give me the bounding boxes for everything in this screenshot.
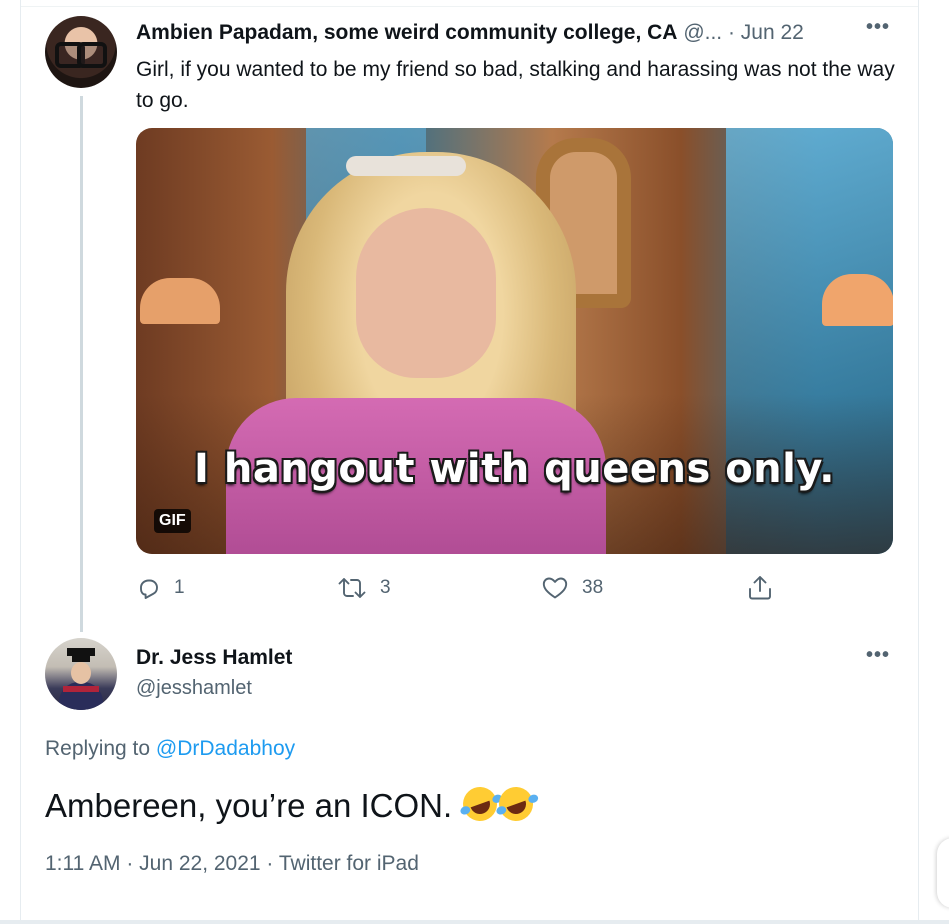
frame-left-border (20, 0, 21, 924)
more-options-icon[interactable]: ••• (866, 16, 890, 39)
top-divider (21, 6, 918, 7)
rolling-laughing-emoji-icon (494, 782, 539, 826)
thread-line (80, 96, 83, 632)
tweet-gif[interactable]: I hangout with queens only. GIF (136, 128, 893, 554)
hood-stripe (63, 686, 99, 692)
avatar[interactable] (45, 16, 117, 88)
reply-button[interactable]: 1 (136, 576, 185, 600)
side-panel-edge (937, 838, 949, 908)
retweet-count: 3 (380, 577, 391, 598)
tweet-text: Ambereen, you’re an ICON. (45, 787, 453, 824)
gif-caption: I hangout with queens only. (194, 446, 835, 492)
gif-person-face (356, 208, 496, 378)
tweet-text: Girl, if you wanted to be my friend so b… (136, 58, 895, 112)
glasses-graphic (55, 42, 107, 68)
frame-bottom-border (0, 920, 949, 924)
like-count: 38 (582, 577, 604, 598)
user-handle[interactable]: @... (683, 21, 722, 44)
display-name[interactable]: Ambien Papadam, some weird community col… (136, 21, 677, 44)
tweet-timestamp[interactable]: 1:11 AM · Jun 22, 2021 · Twitter for iPa… (45, 852, 419, 876)
tweet-date[interactable]: · Jun 22 (728, 21, 804, 44)
mention-link[interactable]: @DrDadabhoy (156, 737, 295, 760)
avatar[interactable] (45, 638, 117, 710)
tweet-text-line: Ambereen, you’re an ICON. (45, 782, 539, 828)
gif-badge: GIF (154, 509, 191, 533)
more-options-icon[interactable]: ••• (866, 644, 890, 667)
like-button[interactable]: 38 (542, 576, 603, 600)
tweet-header: Ambien Papadam, some weird community col… (136, 20, 804, 46)
gif-lamp-right (822, 274, 893, 326)
frame-right-border (918, 0, 919, 924)
replying-prefix: Replying to (45, 737, 156, 760)
user-handle[interactable]: @jesshamlet (136, 677, 252, 700)
replying-to: Replying to @DrDadabhoy (45, 737, 295, 761)
graduation-cap-base (72, 654, 90, 662)
gif-person-headband (346, 156, 466, 176)
rolling-laughing-emoji-icon (458, 782, 503, 826)
reply-count: 1 (174, 577, 185, 598)
retweet-button[interactable]: 3 (338, 576, 391, 600)
share-icon (749, 576, 771, 600)
retweet-icon (338, 578, 366, 598)
gif-lamp-left (140, 278, 220, 324)
display-name[interactable]: Dr. Jess Hamlet (136, 646, 292, 670)
share-button[interactable] (747, 575, 773, 601)
face-graphic (71, 662, 91, 684)
reply-icon (140, 579, 158, 599)
heart-icon (542, 577, 568, 599)
